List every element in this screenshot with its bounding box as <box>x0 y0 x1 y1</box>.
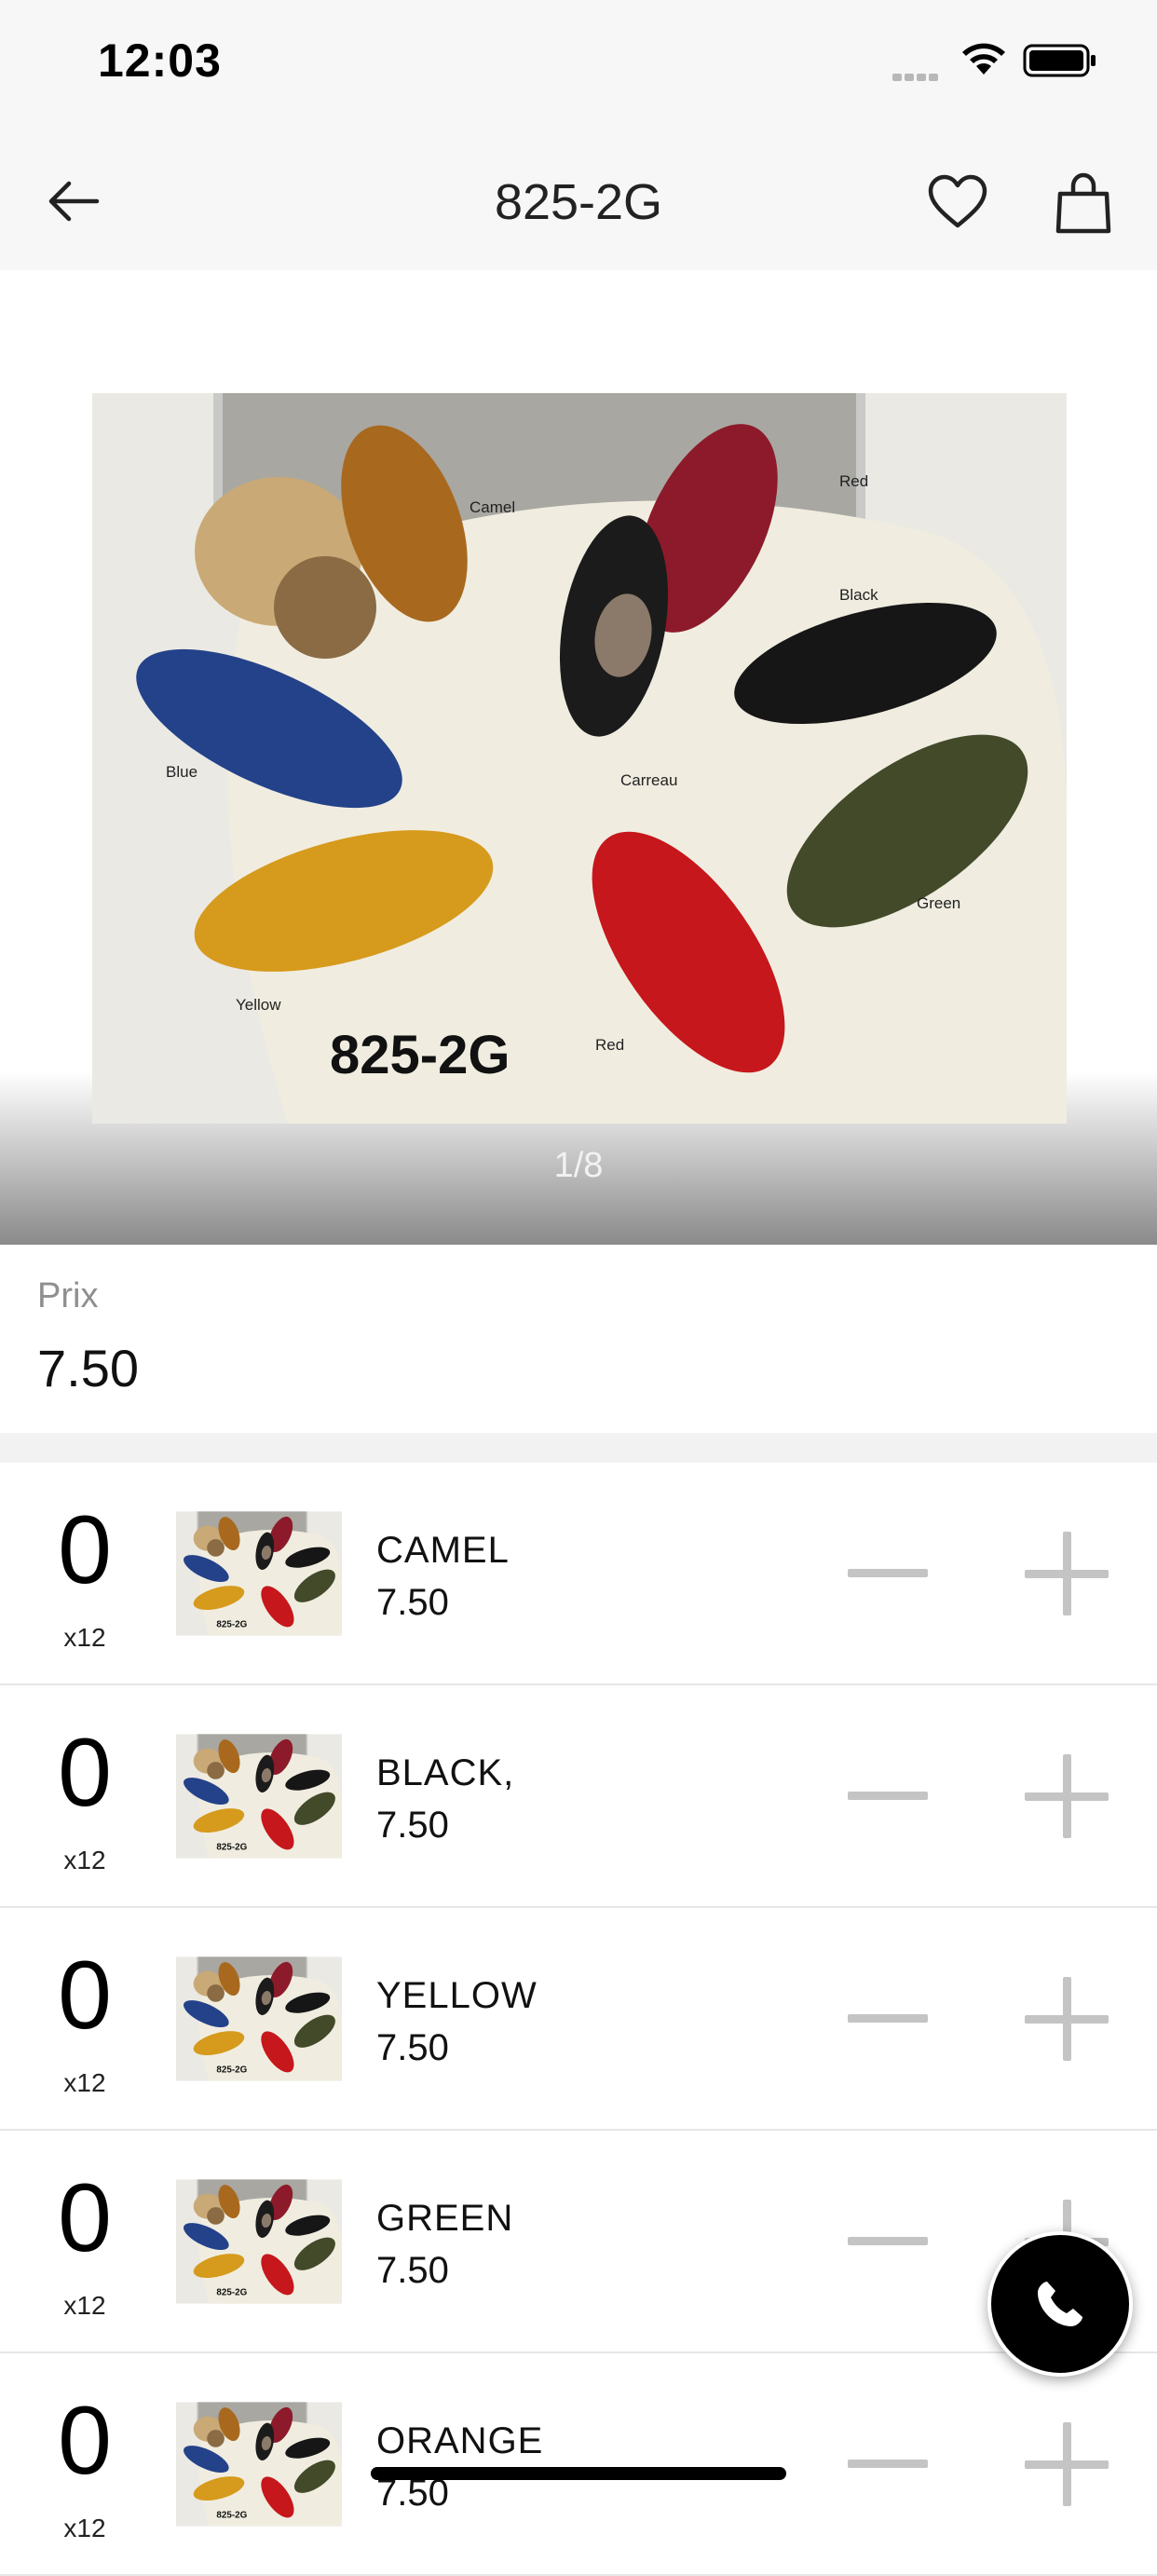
variant-list: 0 x12 CAMEL 7.50 0 x12 BLACK, 7.50 0 x12… <box>0 1463 1157 2576</box>
minus-icon[interactable] <box>844 1535 933 1610</box>
variant-row: 0 x12 BLACK, 7.50 <box>0 1685 1157 1908</box>
photo-label-green: Green <box>917 894 960 912</box>
variant-pack-size: x12 <box>63 2068 106 2097</box>
plus-icon[interactable] <box>1025 1977 1109 2061</box>
navigation-bar: 825-2G <box>0 130 1157 272</box>
variant-price: 7.50 <box>376 1582 449 1623</box>
photo-label-black: Black <box>839 586 878 604</box>
photo-label-blue: Blue <box>166 763 197 781</box>
battery-icon <box>1023 44 1096 77</box>
product-photo[interactable]: Camel Red Black Blue Carreau Green Yello… <box>92 393 1067 1124</box>
variant-price: 7.50 <box>376 2250 449 2291</box>
variant-pack-size: x12 <box>63 1846 106 1874</box>
variant-pack-size: x12 <box>63 2291 106 2320</box>
variant-thumbnail <box>176 1511 342 1636</box>
call-button[interactable] <box>987 2231 1133 2377</box>
minus-icon[interactable] <box>844 1981 933 2055</box>
photo-label-red-bottom: Red <box>595 1036 624 1054</box>
status-bar: 12:03 <box>0 0 1157 130</box>
price-section: Prix 7.50 <box>0 1245 1157 1433</box>
cellular-signal-icon <box>892 69 941 86</box>
variant-quantity: 0 <box>58 2387 112 2495</box>
minus-icon[interactable] <box>844 2203 933 2278</box>
minus-icon[interactable] <box>844 1758 933 1833</box>
home-indicator <box>371 2467 786 2480</box>
variant-quantity: 0 <box>58 1719 112 1827</box>
variant-name: CAMEL <box>376 1530 510 1571</box>
price-label: Prix <box>37 1276 99 1315</box>
variant-row: 0 x12 GREEN 7.50 <box>0 2131 1157 2353</box>
plus-icon[interactable] <box>1025 2422 1109 2506</box>
heart-icon[interactable] <box>928 173 987 231</box>
photo-label-carreau: Carreau <box>620 771 677 789</box>
price-value: 7.50 <box>37 1339 139 1397</box>
plus-icon[interactable] <box>1025 1754 1109 1838</box>
variant-row: 0 x12 YELLOW 7.50 <box>0 1908 1157 2131</box>
variant-price: 7.50 <box>376 1805 449 1846</box>
variant-row: 0 x12 CAMEL 7.50 <box>0 1463 1157 1685</box>
phone-icon <box>1038 2282 1082 2326</box>
variant-name: GREEN <box>376 2198 514 2239</box>
variant-quantity: 0 <box>58 2164 112 2272</box>
variant-thumbnail <box>176 1734 342 1859</box>
variant-quantity: 0 <box>58 1942 112 2050</box>
variant-thumbnail <box>176 1956 342 2081</box>
variant-row: 0 x12 ORANGE 7.50 <box>0 2353 1157 2576</box>
photo-label-red-top: Red <box>839 472 868 490</box>
product-image-gallery[interactable]: Camel Red Black Blue Carreau Green Yello… <box>0 270 1157 1245</box>
variant-pack-size: x12 <box>63 2514 106 2542</box>
photo-label-camel: Camel <box>470 498 515 516</box>
wifi-icon <box>962 43 1005 75</box>
variant-thumbnail <box>176 2402 342 2527</box>
minus-icon[interactable] <box>844 2426 933 2501</box>
variant-pack-size: x12 <box>63 1623 106 1652</box>
photo-label-yellow: Yellow <box>236 996 281 1014</box>
gallery-page-indicator: 1/8 <box>553 1146 604 1185</box>
variant-quantity: 0 <box>58 1496 112 1604</box>
variant-name: BLACK, <box>376 1752 515 1793</box>
variant-thumbnail <box>176 2179 342 2304</box>
plus-icon[interactable] <box>1025 1532 1109 1615</box>
shopping-bag-icon[interactable] <box>1055 171 1112 235</box>
variant-name: YELLOW <box>376 1975 538 2016</box>
variant-price: 7.50 <box>376 2027 449 2068</box>
status-time: 12:03 <box>98 34 222 87</box>
section-divider <box>0 1433 1157 1463</box>
variant-name: ORANGE <box>376 2420 544 2461</box>
